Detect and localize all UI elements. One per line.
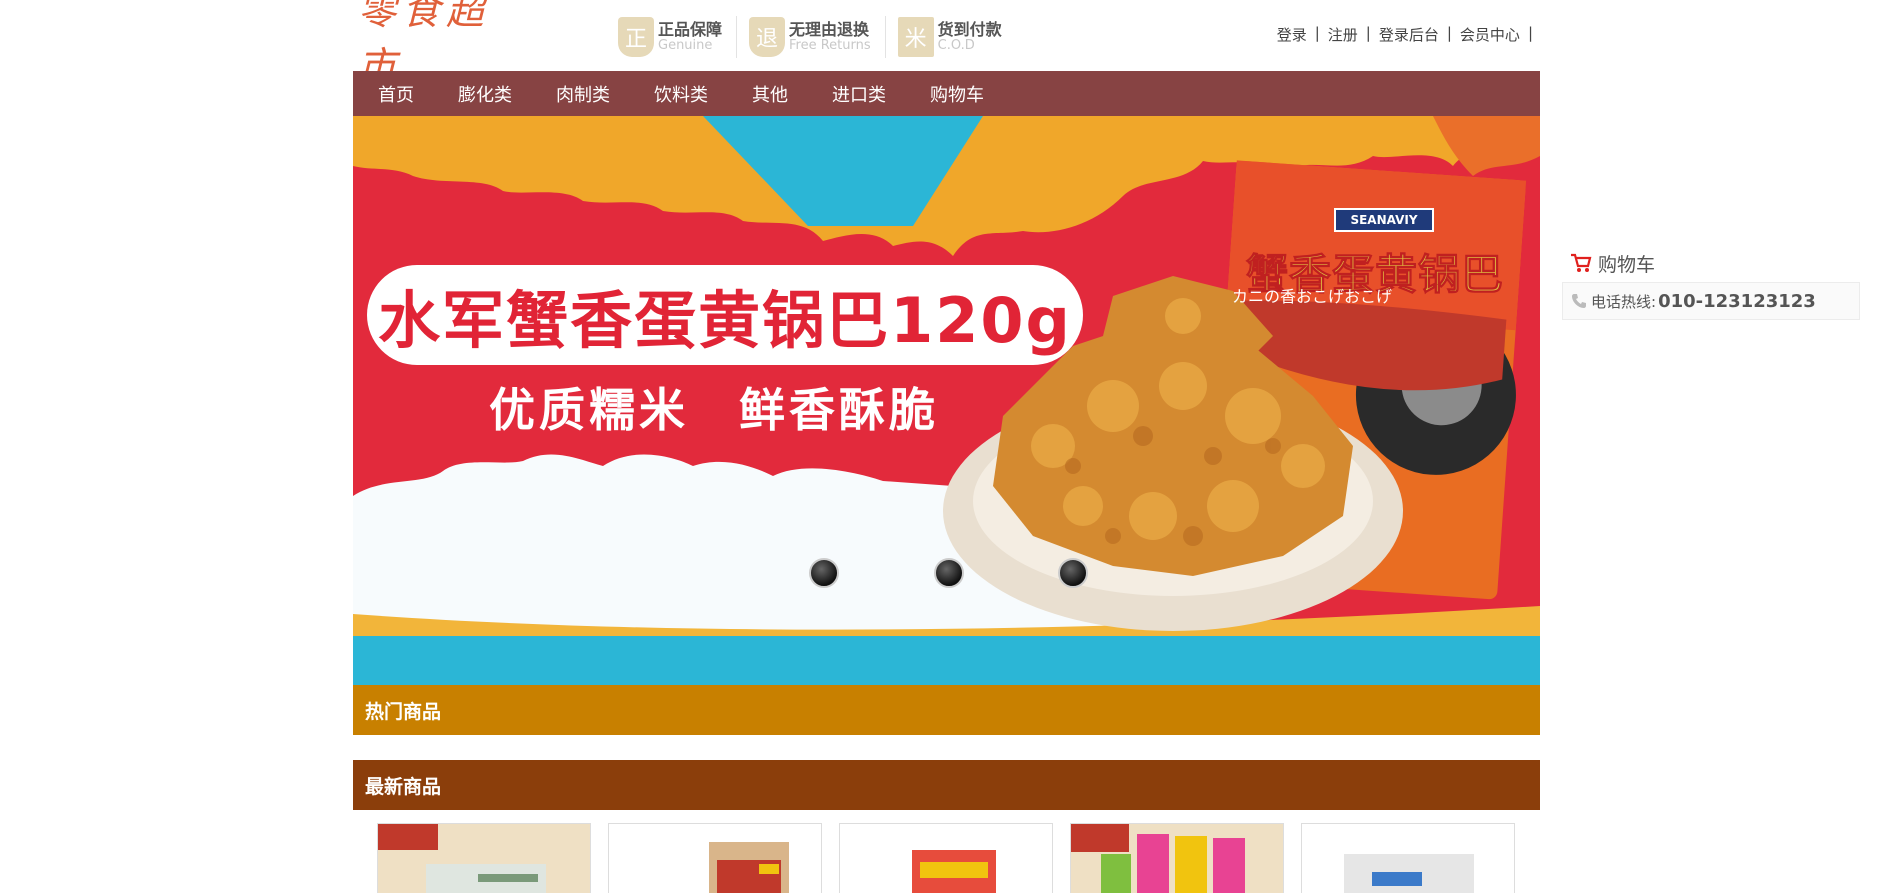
badge-cod: 米 货到付款 C.O.D <box>897 16 1016 58</box>
badge-genuine: 正 正品保障 Genuine <box>618 16 738 58</box>
carousel-dot-1[interactable] <box>809 558 839 588</box>
login-link[interactable]: 登录 <box>1277 24 1307 45</box>
hotline: 电话热线: 010-123123123 <box>1562 282 1860 320</box>
separator: | <box>1314 24 1320 42</box>
nav-imported[interactable]: 进口类 <box>832 81 886 107</box>
nav-drinks[interactable]: 饮料类 <box>654 81 708 107</box>
product-card[interactable] <box>608 823 822 893</box>
register-link[interactable]: 注册 <box>1328 24 1358 45</box>
separator: | <box>1446 24 1452 42</box>
main-nav: 首页 膨化类 肉制类 饮料类 其他 进口类 购物车 <box>353 71 1540 116</box>
product-image <box>1071 824 1283 893</box>
side-widget: 购物车 电话热线: 010-123123123 <box>1562 248 1860 320</box>
nav-meat[interactable]: 肉制类 <box>556 81 610 107</box>
badge-cod-cn: 货到付款 <box>937 19 1002 39</box>
product-image <box>609 824 821 893</box>
page: 零食超市 正 正品保障 Genuine 退 无理由退换 Free Returns… <box>0 0 1899 893</box>
returns-seal-icon: 退 <box>749 17 786 57</box>
nav-cart[interactable]: 购物车 <box>930 81 984 107</box>
carousel-dot-2[interactable] <box>934 558 964 588</box>
product-card[interactable] <box>377 823 591 893</box>
hotline-number: 010-123123123 <box>1658 290 1816 312</box>
product-image <box>378 824 590 893</box>
hot-products-header: 热门商品 <box>353 685 1540 735</box>
hotline-label: 电话热线: <box>1591 292 1657 311</box>
package-brand-label: SEANAVIY <box>1334 208 1434 232</box>
banner-headline: 水军蟹香蛋黄锅巴120g <box>378 284 1072 357</box>
guarantee-badges: 正 正品保障 Genuine 退 无理由退换 Free Returns 米 货到… <box>618 16 1028 58</box>
top-links: 登录 | 注册 | 登录后台 | 会员中心 | <box>1277 24 1541 45</box>
separator: | <box>1527 24 1533 42</box>
badge-returns-cn: 无理由退换 <box>789 19 870 39</box>
member-center-link[interactable]: 会员中心 <box>1460 24 1520 45</box>
genuine-seal-icon: 正 <box>618 17 654 57</box>
side-cart-link[interactable]: 购物车 <box>1562 248 1860 278</box>
product-card[interactable] <box>1301 823 1515 893</box>
nav-home[interactable]: 首页 <box>378 81 414 107</box>
banner-headline-pill: 水军蟹香蛋黄锅巴120g <box>367 265 1083 365</box>
carousel-dot-3[interactable] <box>1058 558 1088 588</box>
side-cart-label: 购物车 <box>1598 253 1656 276</box>
badge-returns-en: Free Returns <box>789 37 871 53</box>
shopping-cart-icon <box>1571 253 1592 272</box>
cod-icon: 米 <box>897 17 934 57</box>
site-logo[interactable]: 零食超市 <box>358 0 518 88</box>
product-image <box>840 824 1052 893</box>
product-card[interactable] <box>1070 823 1284 893</box>
banner-subline: 优质糯米 鲜香酥脆 <box>489 383 939 437</box>
phone-icon <box>1572 294 1586 308</box>
separator: | <box>1365 24 1371 42</box>
product-image <box>1302 824 1514 893</box>
product-card[interactable] <box>839 823 1053 893</box>
package-subtitle: カニの香おこげおこげ <box>1232 287 1393 306</box>
new-products-header: 最新商品 <box>353 760 1540 810</box>
banner-carousel[interactable]: 水军蟹香蛋黄锅巴120g 优质糯米 鲜香酥脆 SEANAVIY 蟹香蛋黄锅巴 カ… <box>353 116 1540 685</box>
new-products-list <box>377 823 1532 893</box>
badge-cod-en: C.O.D <box>937 37 975 53</box>
badge-returns: 退 无理由退换 Free Returns <box>749 16 886 58</box>
nav-other[interactable]: 其他 <box>752 81 788 107</box>
nav-puffed[interactable]: 膨化类 <box>458 81 512 107</box>
badge-genuine-cn: 正品保障 <box>658 19 723 39</box>
badge-genuine-en: Genuine <box>658 37 713 53</box>
carousel-dots <box>353 558 1540 588</box>
admin-login-link[interactable]: 登录后台 <box>1379 24 1439 45</box>
